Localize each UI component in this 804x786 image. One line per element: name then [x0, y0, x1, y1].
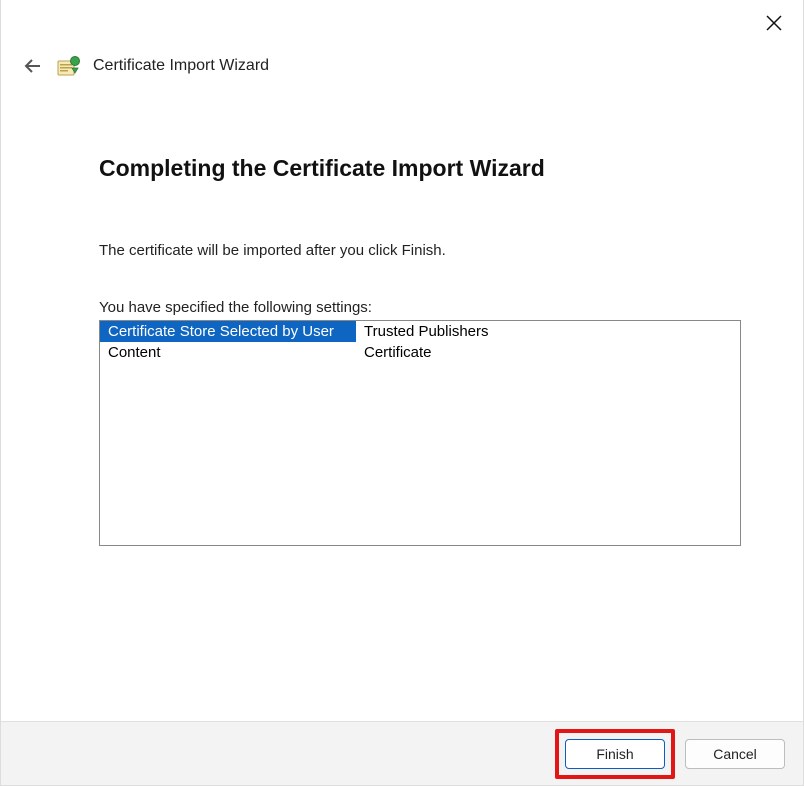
table-row[interactable]: ContentCertificate — [100, 342, 740, 363]
info-text: The certificate will be imported after y… — [99, 242, 739, 259]
finish-button[interactable]: Finish — [565, 739, 665, 769]
highlight-box: Finish — [555, 729, 675, 779]
settings-table: Certificate Store Selected by UserTruste… — [100, 321, 740, 363]
setting-value: Certificate — [356, 342, 740, 363]
setting-value: Trusted Publishers — [356, 321, 740, 342]
close-icon — [766, 15, 782, 31]
wizard-footer: Finish Cancel — [1, 721, 803, 785]
certificate-wizard-icon — [57, 55, 81, 77]
close-button[interactable] — [759, 8, 789, 38]
settings-listbox[interactable]: Certificate Store Selected by UserTruste… — [99, 320, 741, 546]
settings-label: You have specified the following setting… — [99, 299, 739, 316]
back-arrow-icon — [23, 56, 43, 76]
page-heading: Completing the Certificate Import Wizard — [99, 155, 739, 182]
table-row[interactable]: Certificate Store Selected by UserTruste… — [100, 321, 740, 342]
back-button[interactable] — [21, 54, 45, 78]
cancel-button[interactable]: Cancel — [685, 739, 785, 769]
setting-key: Content — [100, 342, 356, 363]
wizard-header: Certificate Import Wizard — [21, 54, 269, 78]
setting-key: Certificate Store Selected by User — [100, 321, 356, 342]
wizard-content: Completing the Certificate Import Wizard… — [99, 155, 739, 546]
wizard-title: Certificate Import Wizard — [93, 57, 269, 75]
wizard-window: Certificate Import Wizard Completing the… — [0, 0, 804, 786]
